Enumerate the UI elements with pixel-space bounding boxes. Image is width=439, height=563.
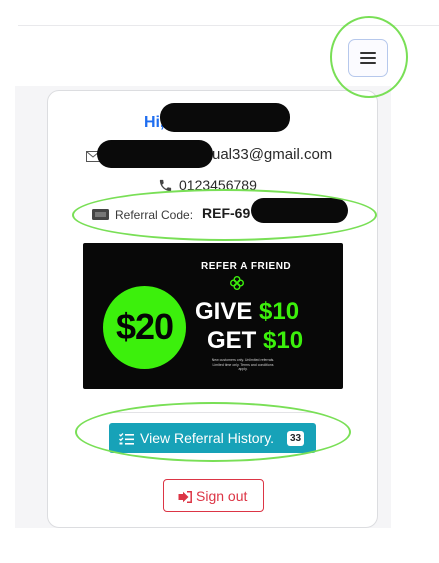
redacted-referral-code xyxy=(251,198,348,223)
promo-give-amount: $10 xyxy=(259,298,300,325)
sign-out-icon xyxy=(178,490,192,508)
email-text: ual33@gmail.com xyxy=(212,146,333,163)
promo-title: REFER A FRIEND xyxy=(201,261,292,272)
sign-out-label: Sign out xyxy=(196,488,248,504)
menu-toggle-button[interactable] xyxy=(348,39,388,77)
view-referral-history-button[interactable]: View Referral History. 33 xyxy=(109,423,316,453)
referral-count-badge: 33 xyxy=(287,431,305,446)
list-check-icon xyxy=(119,432,134,450)
referral-code-label: Referral Code: xyxy=(115,208,194,222)
ticket-icon xyxy=(92,207,109,225)
referral-code-value: REF-69 xyxy=(202,205,251,221)
phone-icon xyxy=(158,178,173,198)
promo-give-line: GIVE $10 xyxy=(195,298,299,326)
header-divider xyxy=(18,25,439,26)
promo-get-line: GET $10 xyxy=(207,327,303,355)
redacted-name xyxy=(160,103,290,132)
promo-fine-print: New customers only. Unlimited referrals.… xyxy=(211,358,275,371)
phone-number: 0123456789 xyxy=(179,177,257,193)
promo-get-label: GET xyxy=(207,327,257,354)
clover-icon xyxy=(230,276,244,295)
redacted-email-prefix xyxy=(97,140,213,168)
promo-get-amount: $10 xyxy=(263,327,304,354)
promo-give-label: GIVE xyxy=(195,298,253,325)
promo-amount: $20 xyxy=(115,306,174,347)
section-divider xyxy=(110,412,315,413)
sign-out-button[interactable]: Sign out xyxy=(163,479,264,512)
view-referral-history-label: View Referral History. xyxy=(140,430,275,446)
referral-promo-banner: $20 REFER A FRIEND GIVE $10 GET $10 New … xyxy=(83,243,343,389)
hamburger-icon xyxy=(360,52,376,64)
